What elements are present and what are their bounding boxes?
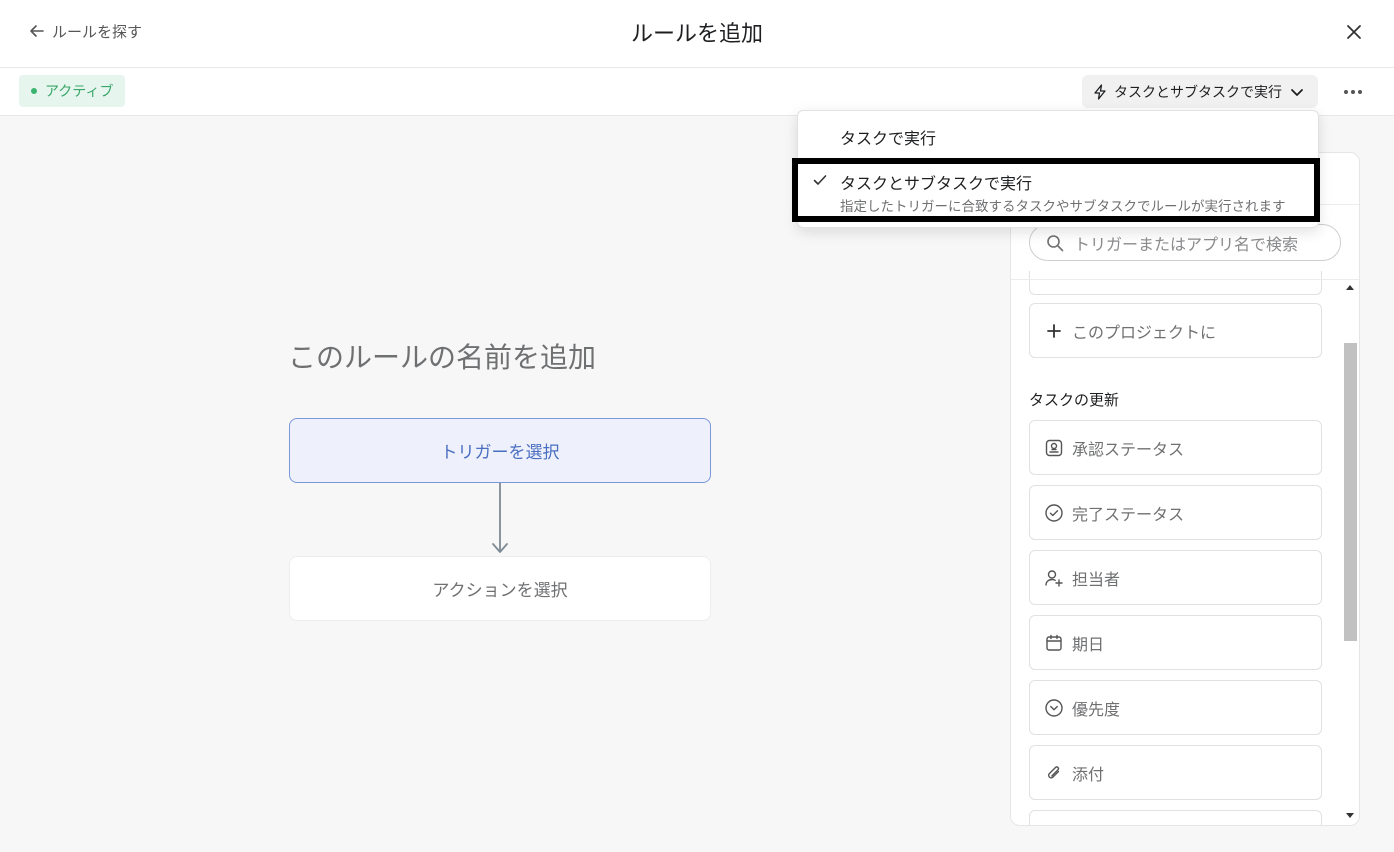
scroll-up-icon[interactable] bbox=[1346, 285, 1354, 290]
option-description: 指定したトリガーに合致するタスクやサブタスクでルールが実行されます bbox=[840, 199, 1286, 215]
checkmark-icon bbox=[813, 175, 827, 185]
option-label: タスクとサブタスクで実行 bbox=[840, 174, 1033, 193]
more-dot-icon bbox=[1344, 90, 1348, 94]
panel-scrollbar[interactable] bbox=[1342, 283, 1359, 825]
card-label: 優先度 bbox=[1072, 699, 1121, 719]
trigger-card-assignee[interactable]: 担当者 bbox=[1029, 550, 1322, 605]
more-dot-icon bbox=[1358, 90, 1362, 94]
more-dot-icon bbox=[1351, 90, 1355, 94]
trigger-card-approval-status[interactable]: 承認ステータス bbox=[1029, 420, 1322, 475]
status-badge[interactable]: アクティブ bbox=[19, 75, 126, 107]
trigger-search-input[interactable]: トリガーまたはアプリ名で検索 bbox=[1029, 224, 1341, 261]
run-mode-dropdown: タスクで実行 タスクとサブタスクで実行 指定したトリガーに合致するタスクやサブタ… bbox=[792, 110, 1320, 228]
chevron-down-icon bbox=[1291, 88, 1303, 96]
run-mode-select[interactable]: タスクとサブタスクで実行 bbox=[1082, 75, 1318, 108]
card-label: 期日 bbox=[1072, 634, 1105, 654]
connector-arrow-icon bbox=[492, 483, 508, 553]
toolbar: アクティブ タスクとサブタスクで実行 bbox=[0, 68, 1394, 116]
header: ルールを探す ルールを追加 bbox=[0, 0, 1394, 68]
list-item[interactable] bbox=[1029, 271, 1322, 295]
trigger-card-priority[interactable]: 優先度 bbox=[1029, 680, 1322, 735]
option-run-on-tasks[interactable]: タスクで実行 bbox=[840, 125, 936, 149]
card-label: 承認ステータス bbox=[1072, 439, 1185, 459]
assignee-icon bbox=[1045, 569, 1063, 587]
rule-name-input[interactable]: このルールの名前を追加 bbox=[288, 336, 596, 376]
trigger-card-completion-status[interactable]: 完了ステータス bbox=[1029, 485, 1322, 540]
status-dot-icon bbox=[31, 88, 37, 94]
chevron-circle-icon bbox=[1045, 698, 1063, 717]
trigger-card-attachment[interactable]: 添付 bbox=[1029, 745, 1322, 800]
list-item[interactable] bbox=[1029, 810, 1322, 825]
task-update-section-title: タスクの更新 bbox=[1029, 391, 1120, 409]
card-label: 担当者 bbox=[1072, 569, 1121, 589]
search-placeholder: トリガーまたはアプリ名で検索 bbox=[1074, 234, 1299, 254]
more-options-button[interactable] bbox=[1338, 78, 1368, 106]
card-label: 添付 bbox=[1072, 764, 1105, 784]
trigger-card-due-date[interactable]: 期日 bbox=[1029, 615, 1322, 670]
panel-divider bbox=[1011, 279, 1359, 280]
scroll-down-icon[interactable] bbox=[1346, 813, 1354, 818]
calendar-icon bbox=[1046, 634, 1062, 651]
search-icon bbox=[1047, 234, 1064, 251]
close-button[interactable] bbox=[1340, 18, 1368, 46]
card-label: 完了ステータス bbox=[1072, 504, 1185, 524]
lightning-icon bbox=[1094, 83, 1106, 100]
select-trigger-button[interactable]: トリガーを選択 bbox=[289, 418, 711, 483]
scroll-thumb[interactable] bbox=[1344, 343, 1357, 641]
check-circle-icon bbox=[1045, 503, 1063, 522]
paperclip-icon bbox=[1048, 765, 1060, 778]
run-mode-label: タスクとサブタスクで実行 bbox=[1114, 84, 1282, 101]
add-to-project-card[interactable]: このプロジェクトに bbox=[1029, 303, 1322, 358]
select-action-button[interactable]: アクションを選択 bbox=[289, 556, 711, 621]
option-run-on-tasks-and-subtasks[interactable]: タスクとサブタスクで実行 指定したトリガーに合致するタスクやサブタスクでルールが… bbox=[792, 158, 1320, 222]
add-to-project-label: このプロジェクトに bbox=[1072, 322, 1217, 342]
trigger-panel: トリガーまたはアプリ名で検索 このプロジェクトに タスクの更新 承認ステータス … bbox=[1010, 152, 1360, 826]
approval-icon bbox=[1045, 439, 1063, 456]
plus-icon bbox=[1047, 323, 1061, 338]
close-icon bbox=[1347, 25, 1361, 39]
page-title: ルールを追加 bbox=[630, 22, 763, 47]
status-label: アクティブ bbox=[45, 84, 114, 100]
